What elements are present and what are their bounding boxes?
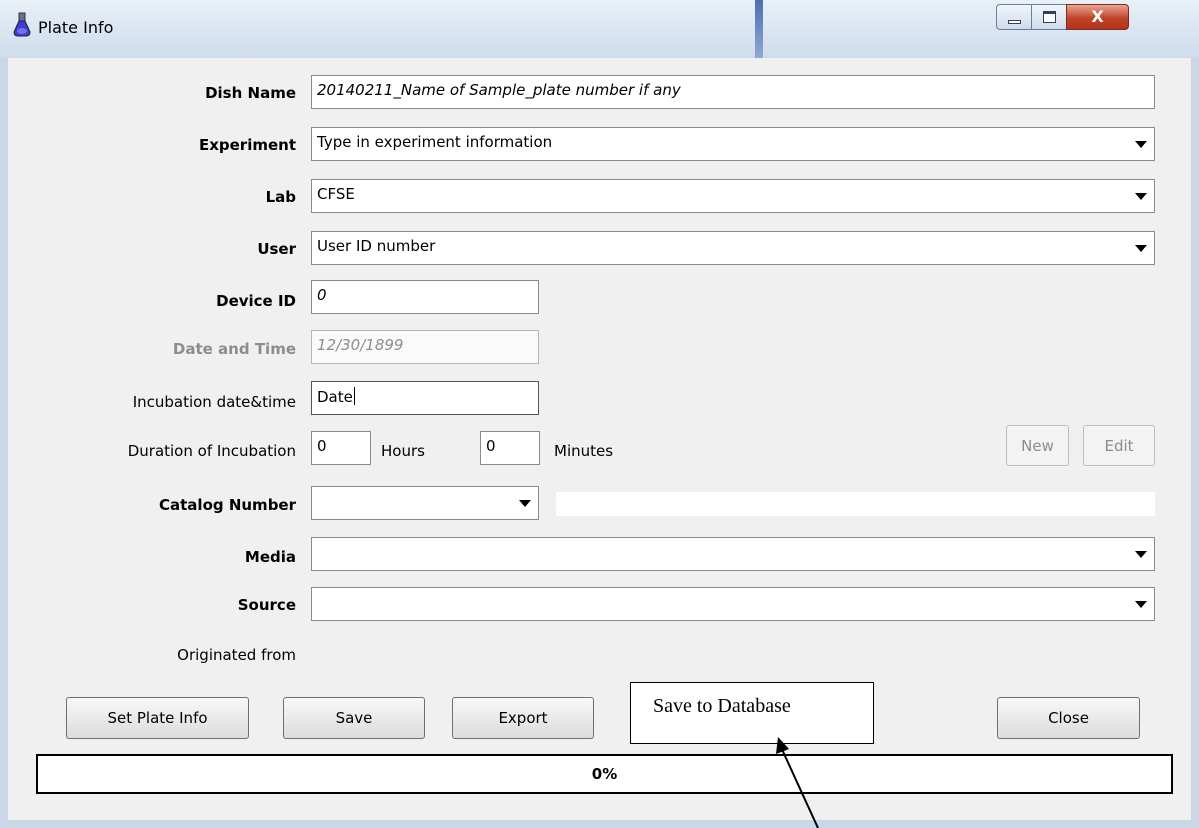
- new-button[interactable]: New: [1006, 425, 1069, 466]
- chevron-down-icon[interactable]: [1126, 588, 1154, 620]
- chevron-down-icon[interactable]: [510, 487, 538, 519]
- duration-minutes-input[interactable]: 0: [480, 431, 540, 465]
- edit-button[interactable]: Edit: [1083, 425, 1155, 466]
- text-caret: [353, 387, 355, 405]
- date-time-input: 12/30/1899: [311, 330, 539, 364]
- maximize-button[interactable]: [1031, 4, 1067, 30]
- progress-text: 0%: [591, 765, 618, 783]
- plate-info-window: Plate Info X Dish Name 20140211_Name of …: [0, 0, 1199, 828]
- dish-name-value: 20140211_Name of Sample_plate number if …: [317, 81, 681, 99]
- lab-label: Lab: [265, 188, 296, 206]
- window-frame-bottom: [0, 820, 1199, 828]
- close-button[interactable]: Close: [997, 697, 1140, 739]
- minimize-button[interactable]: [996, 4, 1032, 30]
- close-icon: X: [1091, 7, 1104, 26]
- dish-name-label: Dish Name: [205, 84, 296, 102]
- chevron-down-icon[interactable]: [1126, 128, 1154, 160]
- duration-hours-value: 0: [317, 437, 327, 455]
- flask-icon: [13, 12, 31, 37]
- catalog-number-select[interactable]: [311, 486, 539, 520]
- save-button[interactable]: Save: [283, 697, 425, 739]
- dish-name-input[interactable]: 20140211_Name of Sample_plate number if …: [311, 75, 1155, 109]
- date-time-label: Date and Time: [172, 340, 296, 358]
- window-title: Plate Info: [38, 18, 114, 37]
- chevron-down-icon[interactable]: [1126, 180, 1154, 212]
- incubation-datetime-value: Date: [317, 388, 353, 406]
- source-select[interactable]: [311, 587, 1155, 621]
- catalog-number-label: Catalog Number: [159, 496, 296, 514]
- lab-value: CFSE: [317, 185, 355, 203]
- duration-minutes-value: 0: [486, 437, 496, 455]
- user-value: User ID number: [317, 237, 436, 255]
- incubation-datetime-label: Incubation date&time: [132, 393, 296, 411]
- experiment-select[interactable]: Type in experiment information: [311, 127, 1155, 161]
- device-id-label: Device ID: [216, 292, 296, 310]
- title-bar[interactable]: Plate Info X: [0, 0, 1199, 58]
- export-button[interactable]: Export: [452, 697, 594, 739]
- chevron-down-icon[interactable]: [1126, 538, 1154, 570]
- duration-label: Duration of Incubation: [127, 442, 296, 460]
- experiment-label: Experiment: [198, 136, 296, 154]
- minimize-icon: [1008, 20, 1021, 24]
- minutes-label: Minutes: [554, 442, 614, 460]
- source-label: Source: [237, 596, 296, 614]
- progress-bar: 0%: [36, 754, 1173, 794]
- incubation-datetime-input[interactable]: Date: [311, 381, 539, 415]
- title-bar-stripe: [755, 0, 763, 58]
- experiment-value: Type in experiment information: [317, 133, 553, 151]
- media-label: Media: [244, 548, 296, 566]
- device-id-value: 0: [317, 286, 327, 304]
- chevron-down-icon[interactable]: [1126, 232, 1154, 264]
- user-label: User: [257, 240, 296, 258]
- media-select[interactable]: [311, 537, 1155, 571]
- catalog-description-field: [556, 492, 1155, 516]
- window-frame-right: [1191, 58, 1199, 828]
- maximize-icon: [1043, 11, 1056, 23]
- annotation-callout: Save to Database: [630, 682, 874, 744]
- date-time-value: 12/30/1899: [317, 336, 404, 354]
- set-plate-info-button[interactable]: Set Plate Info: [66, 697, 249, 739]
- close-window-button[interactable]: X: [1066, 4, 1129, 30]
- lab-select[interactable]: CFSE: [311, 179, 1155, 213]
- user-select[interactable]: User ID number: [311, 231, 1155, 265]
- hours-label: Hours: [381, 442, 425, 460]
- window-frame-left: [0, 58, 8, 828]
- duration-hours-input[interactable]: 0: [311, 431, 371, 465]
- originated-from-label: Originated from: [177, 646, 296, 664]
- device-id-input[interactable]: 0: [311, 280, 539, 314]
